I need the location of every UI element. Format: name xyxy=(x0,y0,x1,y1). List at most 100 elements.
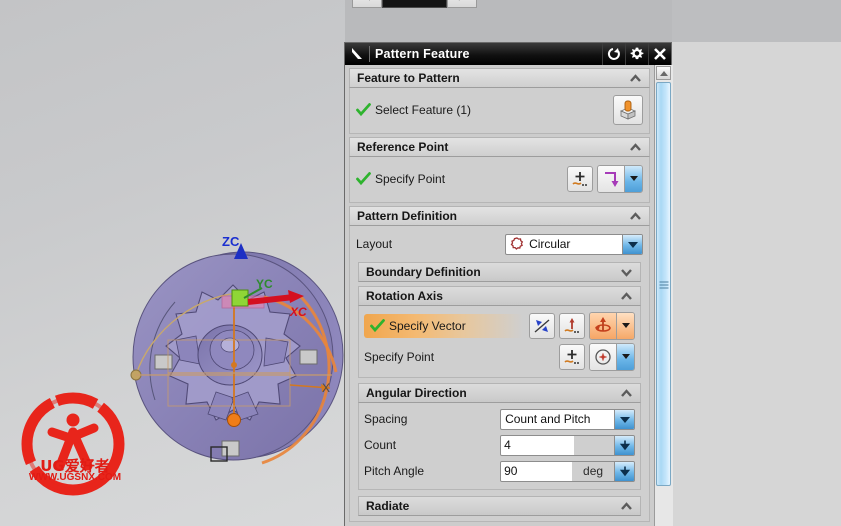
group-label: Feature to Pattern xyxy=(357,71,460,85)
group-header-boundary-definition[interactable]: Boundary Definition xyxy=(358,262,642,282)
vector-constructor-icon[interactable] xyxy=(559,313,586,339)
chevron-down-icon[interactable] xyxy=(622,234,643,254)
reverse-direction-icon[interactable] xyxy=(529,313,556,339)
group-label: Rotation Axis xyxy=(366,289,443,303)
scrollbar-thumb[interactable] xyxy=(656,82,672,486)
panel-pattern-definition: Layout Circular Boundary Definition Rota… xyxy=(349,226,651,522)
viewport-zc-label: ZC xyxy=(222,234,240,249)
vector-type-split-button[interactable] xyxy=(589,312,636,340)
inferred-point-icon[interactable] xyxy=(598,166,625,192)
layout-value: Circular xyxy=(529,237,571,251)
specify-point-row[interactable]: Specify Point xyxy=(356,162,644,196)
right-arrow-icon[interactable]: ▶ xyxy=(447,0,477,8)
viewport-yc-label: YC xyxy=(256,277,273,291)
circular-pattern-icon xyxy=(510,237,524,251)
group-label: Radiate xyxy=(366,499,410,513)
chevron-up-icon[interactable] xyxy=(629,210,642,223)
gear-icon xyxy=(630,47,644,60)
spacing-label: Spacing xyxy=(364,412,408,426)
chevron-up-icon[interactable] xyxy=(629,72,642,85)
green-check-icon xyxy=(370,319,385,333)
close-x-icon xyxy=(654,48,666,60)
specify-vector-row[interactable]: Specify Vector xyxy=(364,310,636,342)
dialog-content-scroll-area: Feature to Pattern Select Feature (1) Re… xyxy=(345,65,655,526)
green-check-icon xyxy=(356,103,371,117)
group-header-reference-point[interactable]: Reference Point xyxy=(349,137,651,157)
scrollbar-grip-icon xyxy=(659,280,669,289)
top-toolbar-field[interactable] xyxy=(382,0,447,8)
layout-label: Layout xyxy=(356,237,393,251)
layout-combo[interactable]: Circular xyxy=(505,233,644,255)
panel-reference-point: Specify Point xyxy=(349,157,651,203)
reset-button[interactable] xyxy=(602,43,625,65)
close-button[interactable] xyxy=(648,43,671,65)
group-header-radiate[interactable]: Radiate xyxy=(358,496,642,516)
group-label: Pattern Definition xyxy=(357,209,458,223)
reset-circular-arrow-icon xyxy=(607,48,620,60)
left-arrow-icon[interactable]: ◀ xyxy=(352,0,382,8)
spacing-combo[interactable]: Count and Pitch xyxy=(500,408,636,430)
viewport-x-label: X xyxy=(322,381,330,395)
group-header-pattern-definition[interactable]: Pattern Definition xyxy=(349,206,651,226)
chevron-down-icon[interactable] xyxy=(614,409,635,429)
chevron-up-icon[interactable] xyxy=(620,290,633,303)
panel-rotation-axis: Specify Vector Specify Point xyxy=(358,306,642,378)
titlebar-separator xyxy=(369,46,370,62)
pitch-angle-input[interactable]: 90 xyxy=(501,461,573,481)
chevron-down-icon[interactable] xyxy=(624,166,643,192)
scroll-up-arrow-icon[interactable] xyxy=(656,66,672,80)
count-input[interactable]: 4 xyxy=(501,435,575,455)
dialog-menu-arrow-icon[interactable] xyxy=(345,43,369,65)
panel-feature-to-pattern: Select Feature (1) xyxy=(349,88,651,134)
group-header-rotation-axis[interactable]: Rotation Axis xyxy=(358,286,642,306)
chevron-up-icon[interactable] xyxy=(620,387,633,400)
group-label: Angular Direction xyxy=(366,386,467,400)
viewport-xc-label: XC xyxy=(289,305,307,319)
specify-vector-label: Specify Vector xyxy=(389,319,466,333)
pitch-angle-stepper[interactable]: 90 deg xyxy=(500,460,636,482)
chevron-up-icon[interactable] xyxy=(620,500,633,513)
count-row: Count 4 xyxy=(364,432,636,458)
spinner-down-icon[interactable] xyxy=(614,435,635,455)
right-background-panel xyxy=(672,0,841,526)
pitch-angle-label: Pitch Angle xyxy=(364,464,425,478)
pattern-feature-dialog[interactable]: Pattern Feature Feature to Pattern Selec… xyxy=(344,42,673,526)
cad-model-graphic: X ZC XC YC xyxy=(130,234,344,465)
count-stepper[interactable]: 4 xyxy=(500,434,636,456)
specify-point-label: Specify Point xyxy=(375,172,446,186)
chevron-down-icon[interactable] xyxy=(616,313,635,339)
settings-button[interactable] xyxy=(625,43,648,65)
specify-vector-highlight[interactable]: Specify Vector xyxy=(364,314,524,338)
top-partial-toolbar[interactable]: ◀ ▶ xyxy=(352,0,477,8)
layout-row: Layout Circular xyxy=(354,230,645,258)
point-constructor-icon[interactable] xyxy=(559,344,586,370)
chevron-down-icon[interactable] xyxy=(616,344,635,370)
rotation-point-type-split-button[interactable] xyxy=(589,343,636,371)
arc-center-point-icon[interactable] xyxy=(590,344,617,370)
group-header-feature-to-pattern[interactable]: Feature to Pattern xyxy=(349,68,651,88)
select-feature-row[interactable]: Select Feature (1) xyxy=(356,93,644,127)
dialog-titlebar[interactable]: Pattern Feature xyxy=(345,43,671,66)
count-label: Count xyxy=(364,438,397,452)
dialog-scrollbar[interactable] xyxy=(654,65,673,526)
panel-angular-direction: Spacing Count and Pitch Count 4 Pitch An… xyxy=(358,403,642,490)
group-header-angular-direction[interactable]: Angular Direction xyxy=(358,383,642,403)
select-feature-icon[interactable] xyxy=(613,95,644,125)
point-type-split-button[interactable] xyxy=(597,165,644,193)
dialog-body: Feature to Pattern Select Feature (1) Re… xyxy=(345,65,673,526)
select-feature-label: Select Feature (1) xyxy=(375,103,472,117)
group-label: Boundary Definition xyxy=(366,265,481,279)
point-constructor-icon[interactable] xyxy=(567,166,594,192)
chevron-down-icon[interactable] xyxy=(620,266,633,279)
rotation-vector-icon[interactable] xyxy=(590,313,617,339)
rotation-specify-point-label: Specify Point xyxy=(364,350,435,364)
cad-viewport[interactable]: X ZC XC YC UG爱好者 WWW.UGSNX.COM xyxy=(0,0,345,526)
rotation-specify-point-row[interactable]: Specify Point xyxy=(364,342,636,372)
group-label: Reference Point xyxy=(357,140,449,154)
pitch-angle-row: Pitch Angle 90 deg xyxy=(364,458,636,484)
right-background-top-strip xyxy=(672,0,841,42)
spinner-down-icon[interactable] xyxy=(614,461,635,481)
spacing-row: Spacing Count and Pitch xyxy=(364,406,636,432)
green-check-icon xyxy=(356,172,371,186)
chevron-up-icon[interactable] xyxy=(629,141,642,154)
